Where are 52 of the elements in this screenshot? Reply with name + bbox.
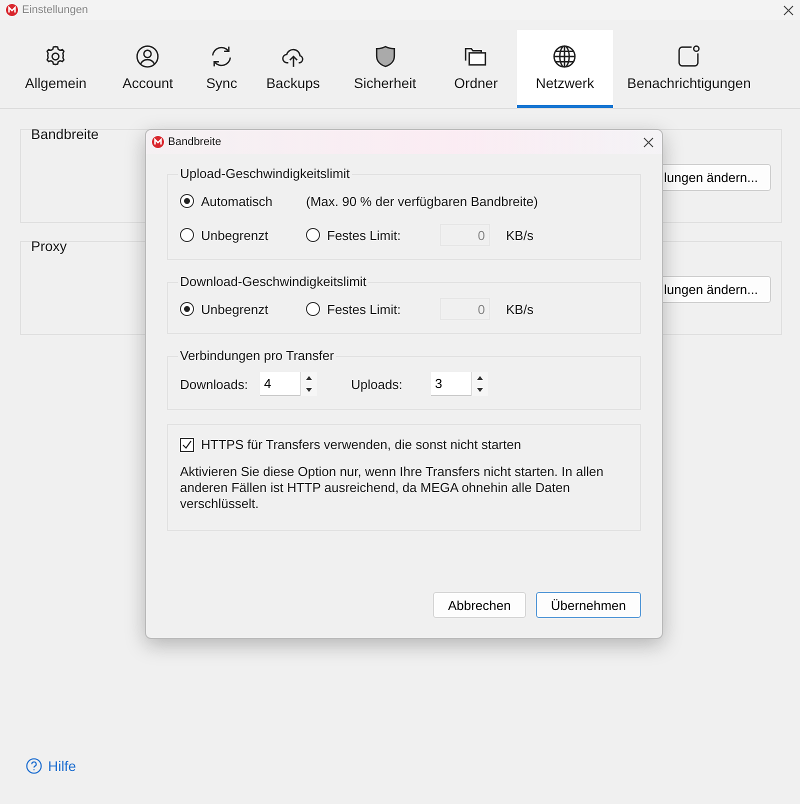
up-arrow-icon bbox=[306, 376, 312, 380]
down-arrow-icon bbox=[306, 388, 312, 392]
option-description: Aktivieren Sie diese Option nur, wenn Ihre Transfers nicht starten. In allen anderen Fällen ist HTTP ausreichend, da MEGA ohnehin alle Daten verschlüsselt. bbox=[180, 464, 604, 512]
close-button[interactable] bbox=[783, 4, 794, 16]
settings-tab[interactable]: Benachrichtigungen bbox=[613, 30, 765, 108]
radio-button[interactable] bbox=[180, 194, 194, 208]
notification-icon bbox=[676, 44, 702, 69]
app-logo-icon bbox=[6, 4, 18, 16]
dialog-title: Bandbreite bbox=[168, 136, 222, 148]
settings-tab[interactable]: Backups bbox=[251, 30, 335, 108]
number-field[interactable]: 3 bbox=[431, 372, 471, 396]
settings-tab[interactable]: Account bbox=[103, 30, 192, 108]
dialog-button[interactable]: Übernehmen bbox=[536, 592, 641, 618]
radio-button[interactable] bbox=[180, 228, 194, 242]
settings-tab[interactable]: Sicherheit bbox=[334, 30, 436, 108]
settings-tab[interactable]: Netzwerk bbox=[516, 30, 614, 108]
unit-label: KB/s bbox=[505, 228, 534, 242]
group-title: Upload-Geschwindigkeitslimit bbox=[178, 166, 352, 181]
checkmark-icon bbox=[182, 440, 192, 450]
number-field[interactable]: 4 bbox=[260, 372, 300, 396]
radio-option[interactable]: Automatisch bbox=[180, 194, 306, 208]
globe-icon bbox=[552, 44, 578, 69]
https-checkbox[interactable]: HTTPS für Transfers verwenden, die sonst nicht starten bbox=[180, 437, 628, 452]
radio-button[interactable] bbox=[180, 302, 194, 316]
user-icon bbox=[135, 44, 160, 69]
unit-label: KB/s bbox=[505, 302, 534, 316]
dialog-button[interactable]: Abbrechen bbox=[432, 592, 526, 618]
settings-tab[interactable]: Allgemein bbox=[8, 30, 104, 108]
help-icon bbox=[26, 758, 42, 774]
settings-tab[interactable]: Ordner bbox=[435, 30, 517, 108]
group-title: Proxy bbox=[31, 238, 67, 254]
field-label: Uploads: bbox=[351, 376, 404, 392]
help-link[interactable]: Hilfe bbox=[26, 758, 76, 774]
radio-option[interactable]: Unbegrenzt bbox=[180, 302, 306, 316]
radio-option[interactable]: Festes Limit: bbox=[306, 228, 440, 242]
up-arrow-icon bbox=[477, 376, 483, 380]
radio-option[interactable]: Unbegrenzt bbox=[180, 228, 306, 242]
close-button[interactable] bbox=[643, 136, 654, 148]
group-title: Bandbreite bbox=[31, 126, 99, 142]
close-icon bbox=[783, 4, 794, 16]
app-logo-icon bbox=[152, 136, 164, 148]
field-label: Downloads: bbox=[180, 376, 249, 392]
window-title: Einstellungen bbox=[22, 4, 90, 16]
hint-text: (Max. 90 % der verfügbaren Bandbreite) bbox=[306, 194, 539, 208]
close-icon bbox=[643, 136, 654, 148]
group-title: Verbindungen pro Transfer bbox=[178, 348, 336, 363]
down-arrow-icon bbox=[477, 388, 483, 392]
radio-option[interactable]: Festes Limit: bbox=[306, 302, 440, 316]
settings-tab[interactable]: Sync bbox=[192, 30, 252, 108]
radio-button[interactable] bbox=[306, 302, 320, 316]
group-title: Download-Geschwindigkeitslimit bbox=[178, 274, 368, 289]
radio-button[interactable] bbox=[306, 228, 320, 242]
